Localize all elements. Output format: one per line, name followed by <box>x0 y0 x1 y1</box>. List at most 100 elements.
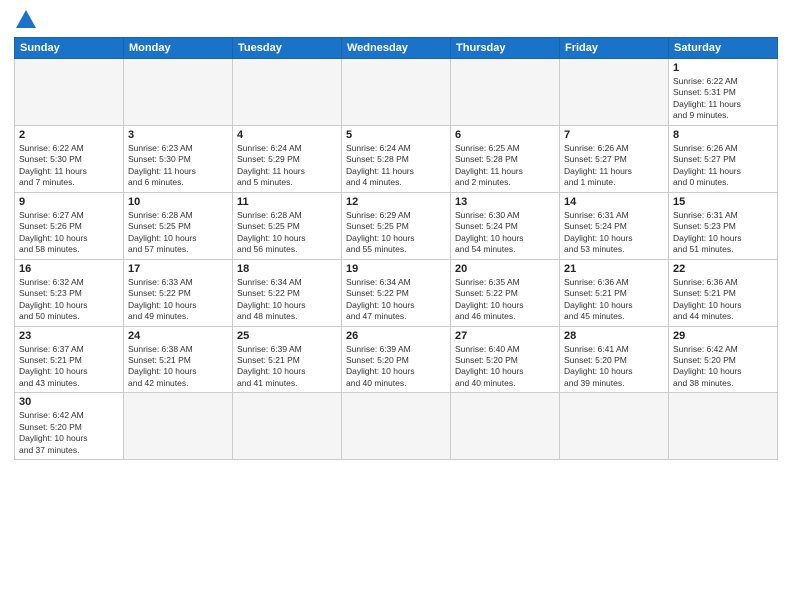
calendar-cell: 3 Sunrise: 6:23 AM Sunset: 5:30 PM Daylig… <box>124 125 233 192</box>
day-info: Sunrise: 6:38 AM Sunset: 5:21 PM Dayligh… <box>128 344 228 390</box>
day-number: 20 <box>455 263 555 275</box>
day-number: 19 <box>346 263 446 275</box>
calendar-cell: 26 Sunrise: 6:39 AM Sunset: 5:20 PM Dayli… <box>342 326 451 393</box>
calendar-cell: 13Sunrise: 6:30 AM Sunset: 5:24 PM Dayli… <box>451 192 560 259</box>
calendar-header-row: Sunday Monday Tuesday Wednesday Thursday… <box>15 38 778 59</box>
day-info: Sunrise: 6:42 AM Sunset: 5:20 PM Dayligh… <box>673 344 773 390</box>
day-number: 15 <box>673 196 773 208</box>
calendar-cell <box>560 393 669 460</box>
calendar-cell <box>451 393 560 460</box>
day-number: 23 <box>19 330 119 342</box>
calendar-cell <box>342 59 451 126</box>
col-tuesday: Tuesday <box>233 38 342 59</box>
day-number: 4 <box>237 129 337 141</box>
day-info: Sunrise: 6:31 AM Sunset: 5:23 PM Dayligh… <box>673 210 773 256</box>
day-number: 25 <box>237 330 337 342</box>
logo-text <box>14 10 36 30</box>
day-number: 9 <box>19 196 119 208</box>
day-info: Sunrise: 6:28 AM Sunset: 5:25 PM Dayligh… <box>128 210 228 256</box>
day-number: 17 <box>128 263 228 275</box>
col-monday: Monday <box>124 38 233 59</box>
calendar-cell: 30Sunrise: 6:42 AM Sunset: 5:20 PM Dayli… <box>15 393 124 460</box>
day-info: Sunrise: 6:22 AM Sunset: 5:30 PM Dayligh… <box>19 143 119 189</box>
calendar-cell: 5Sunrise: 6:24 AM Sunset: 5:28 PM Daylig… <box>342 125 451 192</box>
col-sunday: Sunday <box>15 38 124 59</box>
calendar-cell: 18Sunrise: 6:34 AM Sunset: 5:22 PM Dayli… <box>233 259 342 326</box>
day-info: Sunrise: 6:41 AM Sunset: 5:20 PM Dayligh… <box>564 344 664 390</box>
calendar-cell: 9 Sunrise: 6:27 AM Sunset: 5:26 PM Daylig… <box>15 192 124 259</box>
page: Sunday Monday Tuesday Wednesday Thursday… <box>0 0 792 470</box>
calendar-cell: 29 Sunrise: 6:42 AM Sunset: 5:20 PM Dayli… <box>669 326 778 393</box>
day-info: Sunrise: 6:26 AM Sunset: 5:27 PM Dayligh… <box>673 143 773 189</box>
calendar-cell: 22 Sunrise: 6:36 AM Sunset: 5:21 PM Dayli… <box>669 259 778 326</box>
calendar-cell: 6 Sunrise: 6:25 AM Sunset: 5:28 PM Daylig… <box>451 125 560 192</box>
day-number: 21 <box>564 263 664 275</box>
day-info: Sunrise: 6:39 AM Sunset: 5:21 PM Dayligh… <box>237 344 337 390</box>
calendar-cell: 7Sunrise: 6:26 AM Sunset: 5:27 PM Daylig… <box>560 125 669 192</box>
day-info: Sunrise: 6:23 AM Sunset: 5:30 PM Dayligh… <box>128 143 228 189</box>
day-info: Sunrise: 6:25 AM Sunset: 5:28 PM Dayligh… <box>455 143 555 189</box>
day-info: Sunrise: 6:32 AM Sunset: 5:23 PM Dayligh… <box>19 277 119 323</box>
calendar-cell: 24 Sunrise: 6:38 AM Sunset: 5:21 PM Dayli… <box>124 326 233 393</box>
day-info: Sunrise: 6:42 AM Sunset: 5:20 PM Dayligh… <box>19 410 119 456</box>
calendar-cell: 4 Sunrise: 6:24 AM Sunset: 5:29 PM Daylig… <box>233 125 342 192</box>
day-number: 24 <box>128 330 228 342</box>
calendar-cell: 8 Sunrise: 6:26 AM Sunset: 5:27 PM Daylig… <box>669 125 778 192</box>
calendar-cell: 12 Sunrise: 6:29 AM Sunset: 5:25 PM Dayli… <box>342 192 451 259</box>
day-number: 3 <box>128 129 228 141</box>
day-number: 16 <box>19 263 119 275</box>
calendar-cell <box>560 59 669 126</box>
day-info: Sunrise: 6:30 AM Sunset: 5:24 PM Dayligh… <box>455 210 555 256</box>
calendar-cell <box>669 393 778 460</box>
calendar-cell: 20 Sunrise: 6:35 AM Sunset: 5:22 PM Dayli… <box>451 259 560 326</box>
day-info: Sunrise: 6:24 AM Sunset: 5:28 PM Dayligh… <box>346 143 446 189</box>
calendar-cell <box>124 59 233 126</box>
calendar-cell: 16 Sunrise: 6:32 AM Sunset: 5:23 PM Dayli… <box>15 259 124 326</box>
day-info: Sunrise: 6:36 AM Sunset: 5:21 PM Dayligh… <box>673 277 773 323</box>
calendar-cell: 14 Sunrise: 6:31 AM Sunset: 5:24 PM Dayli… <box>560 192 669 259</box>
day-info: Sunrise: 6:40 AM Sunset: 5:20 PM Dayligh… <box>455 344 555 390</box>
calendar-cell: 27 Sunrise: 6:40 AM Sunset: 5:20 PM Dayli… <box>451 326 560 393</box>
day-number: 8 <box>673 129 773 141</box>
day-info: Sunrise: 6:24 AM Sunset: 5:29 PM Dayligh… <box>237 143 337 189</box>
calendar-cell: 2 Sunrise: 6:22 AM Sunset: 5:30 PM Daylig… <box>15 125 124 192</box>
day-info: Sunrise: 6:35 AM Sunset: 5:22 PM Dayligh… <box>455 277 555 323</box>
day-info: Sunrise: 6:36 AM Sunset: 5:21 PM Dayligh… <box>564 277 664 323</box>
day-info: Sunrise: 6:27 AM Sunset: 5:26 PM Dayligh… <box>19 210 119 256</box>
day-number: 6 <box>455 129 555 141</box>
day-number: 29 <box>673 330 773 342</box>
day-info: Sunrise: 6:34 AM Sunset: 5:22 PM Dayligh… <box>237 277 337 323</box>
logo-triangle-icon <box>16 10 36 28</box>
day-info: Sunrise: 6:29 AM Sunset: 5:25 PM Dayligh… <box>346 210 446 256</box>
day-number: 12 <box>346 196 446 208</box>
day-number: 28 <box>564 330 664 342</box>
col-wednesday: Wednesday <box>342 38 451 59</box>
day-info: Sunrise: 6:39 AM Sunset: 5:20 PM Dayligh… <box>346 344 446 390</box>
day-info: Sunrise: 6:28 AM Sunset: 5:25 PM Dayligh… <box>237 210 337 256</box>
day-info: Sunrise: 6:31 AM Sunset: 5:24 PM Dayligh… <box>564 210 664 256</box>
calendar-cell: 21 Sunrise: 6:36 AM Sunset: 5:21 PM Dayli… <box>560 259 669 326</box>
day-info: Sunrise: 6:33 AM Sunset: 5:22 PM Dayligh… <box>128 277 228 323</box>
calendar-cell <box>451 59 560 126</box>
calendar-cell <box>15 59 124 126</box>
col-thursday: Thursday <box>451 38 560 59</box>
day-info: Sunrise: 6:22 AM Sunset: 5:31 PM Dayligh… <box>673 76 773 122</box>
calendar-cell: 15 Sunrise: 6:31 AM Sunset: 5:23 PM Dayli… <box>669 192 778 259</box>
day-number: 7 <box>564 129 664 141</box>
calendar-cell: 10 Sunrise: 6:28 AM Sunset: 5:25 PM Dayli… <box>124 192 233 259</box>
day-number: 26 <box>346 330 446 342</box>
day-number: 27 <box>455 330 555 342</box>
calendar-cell <box>233 393 342 460</box>
day-number: 22 <box>673 263 773 275</box>
day-number: 2 <box>19 129 119 141</box>
day-number: 14 <box>564 196 664 208</box>
calendar-cell: 11Sunrise: 6:28 AM Sunset: 5:25 PM Dayli… <box>233 192 342 259</box>
calendar-cell: 25 Sunrise: 6:39 AM Sunset: 5:21 PM Dayli… <box>233 326 342 393</box>
day-info: Sunrise: 6:34 AM Sunset: 5:22 PM Dayligh… <box>346 277 446 323</box>
day-number: 10 <box>128 196 228 208</box>
calendar-table: Sunday Monday Tuesday Wednesday Thursday… <box>14 37 778 460</box>
col-saturday: Saturday <box>669 38 778 59</box>
day-info: Sunrise: 6:37 AM Sunset: 5:21 PM Dayligh… <box>19 344 119 390</box>
header <box>14 10 778 31</box>
calendar-cell: 23 Sunrise: 6:37 AM Sunset: 5:21 PM Dayli… <box>15 326 124 393</box>
